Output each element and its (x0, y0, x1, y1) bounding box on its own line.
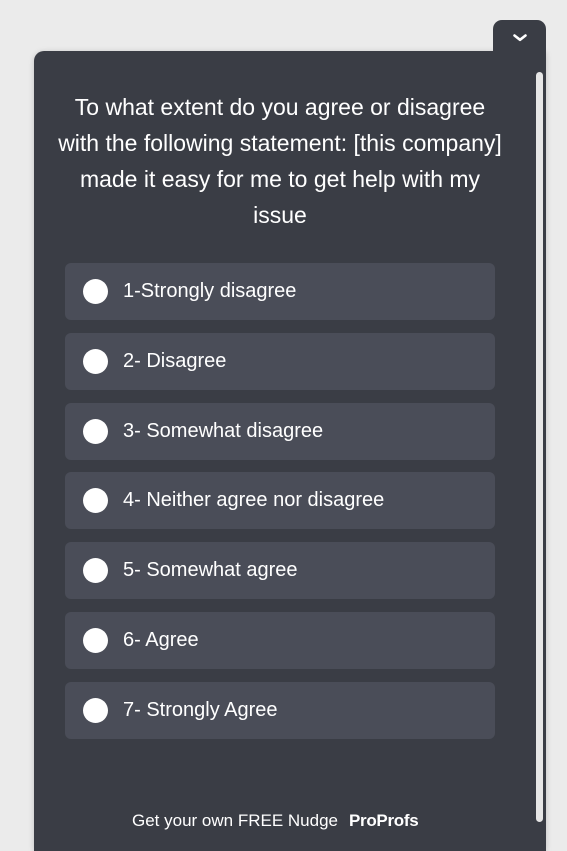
proprofs-logo[interactable]: ProProfs (349, 811, 419, 831)
option-label: 7- Strongly Agree (123, 698, 278, 721)
option-label: 2- Disagree (123, 349, 227, 372)
radio-button[interactable] (83, 418, 108, 444)
option-label: 3- Somewhat disagree (123, 419, 324, 442)
radio-button[interactable] (83, 697, 108, 723)
option-3-somewhat-disagree[interactable]: 3- Somewhat disagree (65, 402, 495, 460)
radio-button[interactable] (83, 488, 108, 514)
options-list: 1-Strongly disagree 2- Disagree 3- Somew… (65, 263, 495, 752)
survey-question: To what extent do you agree or disagree … (58, 94, 502, 228)
radio-button[interactable] (83, 558, 108, 584)
option-4-neither[interactable]: 4- Neither agree nor disagree (65, 472, 495, 530)
option-6-agree[interactable]: 6- Agree (65, 611, 495, 669)
option-5-somewhat-agree[interactable]: 5- Somewhat agree (65, 542, 495, 600)
option-label: 5- Somewhat agree (123, 559, 298, 582)
chevron-down-icon (512, 34, 527, 42)
scrollbar[interactable] (536, 72, 543, 822)
collapse-button[interactable] (493, 20, 546, 64)
footer-text[interactable]: Get your own FREE Nudge (132, 811, 338, 831)
option-7-strongly-agree[interactable]: 7- Strongly Agree (65, 681, 495, 739)
radio-button[interactable] (83, 348, 108, 374)
option-1-strongly-disagree[interactable]: 1-Strongly disagree (65, 263, 495, 320)
option-label: 1-Strongly disagree (123, 280, 297, 302)
radio-button[interactable] (83, 627, 108, 653)
option-2-disagree[interactable]: 2- Disagree (65, 332, 495, 390)
footer-promo: Get your own FREE Nudge ProProfs (132, 811, 419, 831)
option-label: 6- Agree (123, 628, 199, 651)
radio-button[interactable] (83, 279, 108, 304)
option-label: 4- Neither agree nor disagree (123, 489, 385, 512)
